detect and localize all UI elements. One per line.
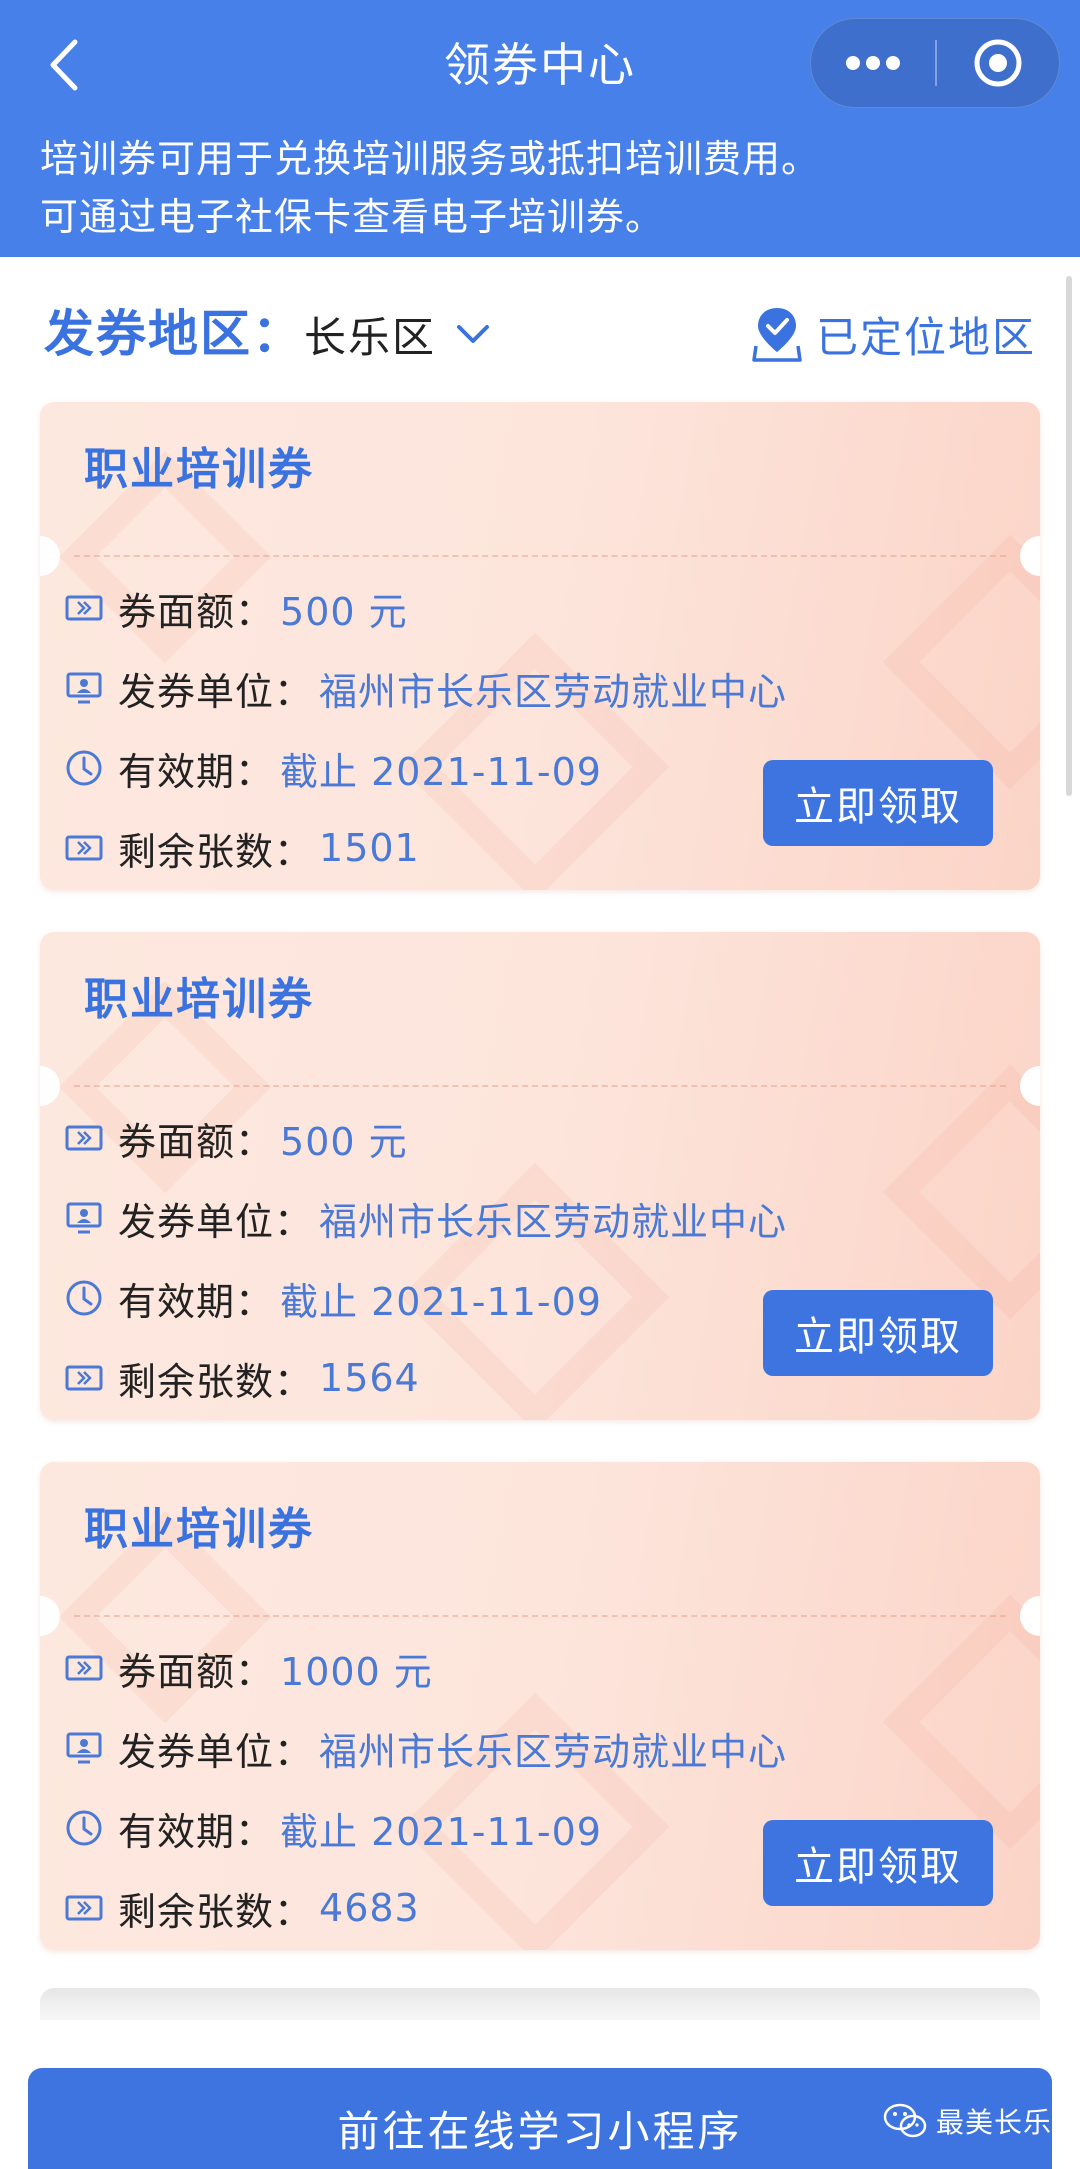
coupon-card: 职业培训券 券面额： 500 元 发券单位： 福州市长乐区劳动就业中心 有效期：… [40, 402, 1040, 890]
remaining-value: 1501 [319, 826, 420, 870]
mini-program-capsule [810, 18, 1060, 108]
remaining-label: 剩余张数： [118, 1359, 314, 1404]
watermark-text: 最美长乐 [936, 2106, 1053, 2139]
validity-label: 有效期： [118, 1809, 275, 1854]
region-label: 发券地区： [44, 305, 304, 363]
validity-label: 有效期： [118, 749, 275, 794]
coupon-issuer-row: 发券单位： 福州市长乐区劳动就业中心 [64, 1188, 787, 1248]
coupon-issuer-row: 发券单位： 福州市长乐区劳动就业中心 [64, 658, 787, 718]
coupon-validity-row: 有效期： 截止 2021-11-09 [64, 1798, 602, 1858]
remaining-label: 剩余张数： [118, 1889, 314, 1934]
coupon-remaining-row: 剩余张数： 1564 [64, 1348, 420, 1408]
amount-value: 500 元 [280, 589, 408, 634]
card-dashed-divider [74, 1615, 1006, 1617]
remaining-value: 1564 [319, 1356, 420, 1400]
wechat-icon [883, 2103, 927, 2138]
coupon-title: 职业培训券 [84, 1504, 314, 1555]
back-button[interactable] [34, 30, 94, 100]
ticket-icon [64, 1358, 104, 1398]
close-mini-program-button[interactable] [937, 18, 1059, 108]
located-region-label: 已定位地区 [815, 312, 1036, 362]
issuer-value: 福州市长乐区劳动就业中心 [319, 669, 788, 714]
ticket-icon [64, 1648, 104, 1688]
claim-button[interactable]: 立即领取 [763, 1820, 993, 1906]
located-region-button[interactable]: 已定位地区 [752, 297, 1036, 371]
region-dropdown[interactable]: 长乐区 [304, 297, 490, 371]
card-dashed-divider [74, 1085, 1006, 1087]
claim-button[interactable]: 立即领取 [763, 1290, 993, 1376]
validity-value: 截止 2021-11-09 [280, 1809, 602, 1854]
coupon-validity-row: 有效期： 截止 2021-11-09 [64, 738, 602, 798]
coupon-card: 职业培训券 券面额： 500 元 发券单位： 福州市长乐区劳动就业中心 有效期：… [40, 932, 1040, 1420]
chevron-down-icon [457, 325, 490, 343]
more-button[interactable] [811, 18, 935, 108]
bottom-bar: 前往在线学习小程序 [0, 2020, 1080, 2169]
region-selected-value: 长乐区 [304, 312, 437, 362]
amount-value: 500 元 [280, 1119, 408, 1164]
ticket-icon [64, 1118, 104, 1158]
coupon-issuer-row: 发券单位： 福州市长乐区劳动就业中心 [64, 1718, 787, 1778]
issuer-label: 发券单位： [118, 1729, 314, 1774]
coupon-amount-row: 券面额： 1000 元 [64, 1638, 433, 1698]
card-notch-left [40, 536, 60, 576]
card-decoration [882, 1594, 1040, 1850]
target-circle-icon [974, 39, 1022, 87]
coupon-title: 职业培训券 [84, 974, 314, 1025]
coupon-remaining-row: 剩余张数： 4683 [64, 1878, 420, 1938]
issuer-label: 发券单位： [118, 1199, 314, 1244]
clock-icon [64, 1278, 104, 1318]
validity-value: 截止 2021-11-09 [280, 749, 602, 794]
monitor-person-icon [64, 668, 104, 708]
clock-icon [64, 748, 104, 788]
coupon-title: 职业培训券 [84, 444, 314, 495]
region-bar: 发券地区： 长乐区 已定位地区 [0, 257, 1080, 397]
voucher-center-page: 领券中心 培训券可用于兑换培训服务或抵扣培训费用。 可通过电子社保卡查看电子培训… [0, 0, 1080, 2169]
card-notch-left [40, 1596, 60, 1636]
coupon-card: 职业培训券 券面额： 1000 元 发券单位： 福州市长乐区劳动就业中心 有效期… [40, 1462, 1040, 1950]
coupon-validity-row: 有效期： 截止 2021-11-09 [64, 1268, 602, 1328]
more-dots-icon [846, 56, 900, 70]
watermark: 最美长乐 [882, 2096, 1052, 2146]
intro-text: 培训券可用于兑换培训服务或抵扣培训费用。 可通过电子社保卡查看电子培训券。 [40, 130, 1040, 246]
clock-icon [64, 1808, 104, 1848]
card-decoration [882, 534, 1040, 790]
issuer-value: 福州市长乐区劳动就业中心 [319, 1199, 788, 1244]
card-notch-left [40, 1066, 60, 1106]
claim-button[interactable]: 立即领取 [763, 760, 993, 846]
amount-label: 券面额： [118, 1119, 275, 1164]
ticket-icon [64, 1888, 104, 1928]
issuer-value: 福州市长乐区劳动就业中心 [319, 1729, 788, 1774]
monitor-person-icon [64, 1198, 104, 1238]
amount-label: 券面额： [118, 589, 275, 634]
intro-line-1: 培训券可用于兑换培训服务或抵扣培训费用。 [40, 137, 821, 181]
remaining-label: 剩余张数： [118, 829, 314, 874]
ticket-icon [64, 828, 104, 868]
coupon-amount-row: 券面额： 500 元 [64, 1108, 408, 1168]
amount-label: 券面额： [118, 1649, 275, 1694]
monitor-person-icon [64, 1728, 104, 1768]
card-decoration [882, 1064, 1040, 1320]
header: 领券中心 培训券可用于兑换培训服务或抵扣培训费用。 可通过电子社保卡查看电子培训… [0, 0, 1080, 257]
remaining-value: 4683 [319, 1886, 420, 1930]
scrollbar[interactable] [1066, 276, 1072, 796]
ticket-icon [64, 588, 104, 628]
validity-value: 截止 2021-11-09 [280, 1279, 602, 1324]
amount-value: 1000 元 [280, 1649, 433, 1694]
back-chevron-icon [50, 39, 78, 91]
validity-label: 有效期： [118, 1279, 275, 1324]
coupon-remaining-row: 剩余张数： 1501 [64, 818, 420, 878]
coupon-amount-row: 券面额： 500 元 [64, 578, 408, 638]
card-dashed-divider [74, 555, 1006, 557]
intro-line-2: 可通过电子社保卡查看电子培训券。 [40, 195, 665, 239]
issuer-label: 发券单位： [118, 669, 314, 714]
location-pin-check-icon [752, 308, 802, 362]
